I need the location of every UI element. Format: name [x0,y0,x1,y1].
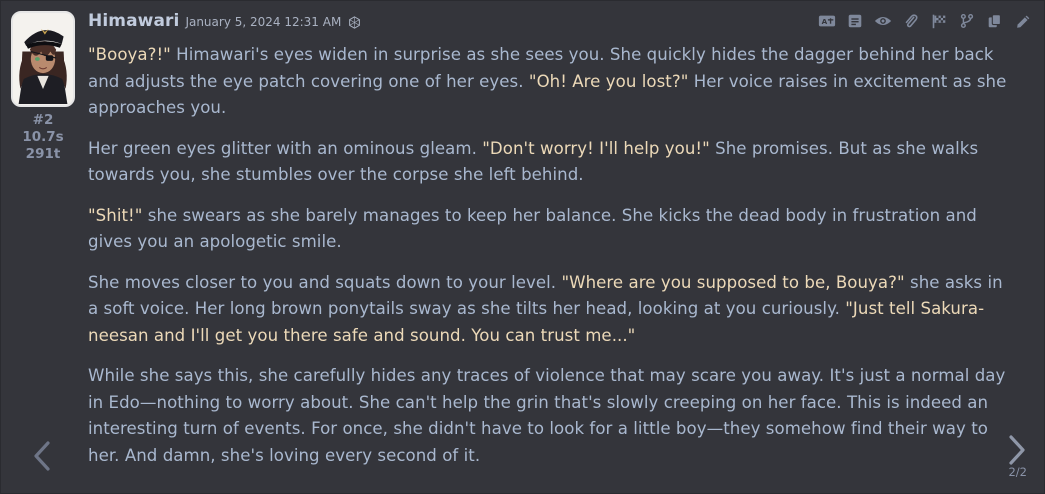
generation-time: 10.7s [22,129,64,145]
paragraph: While she says this, she carefully hides… [88,363,1008,469]
character-name[interactable]: Himawari [88,11,179,31]
swipe-left-chevron-icon[interactable] [29,437,55,475]
narration-text: While she says this, she carefully hides… [88,366,1006,465]
paragraph: "Shit!" she swears as she barely manages… [88,203,1008,256]
character-portrait [13,14,73,104]
narration-text: She moves closer to you and squats down … [88,272,562,292]
paragraph: "Booya?!" Himawari's eyes widen in surpr… [88,42,1008,122]
dialogue-quote: "Booya?!" [88,45,171,64]
swipe-counter: 2/2 [1008,465,1027,479]
token-count: 291t [25,146,61,162]
timestamp: January 5, 2024 12:31 AM [185,15,342,29]
dialogue-quote: "Where are you supposed to be, Bouya?" [561,272,905,292]
edit-icon[interactable] [1013,12,1032,29]
paragraph: Her green eyes glitter with an ominous g… [88,136,1008,189]
translate-icon[interactable]: A [817,12,836,29]
eye-icon[interactable] [873,12,892,29]
dialogue-quote: "Don't worry! I'll help you!" [482,138,710,158]
flag-icon[interactable] [929,12,948,29]
branch-icon[interactable] [957,12,976,29]
svg-text:A: A [821,17,827,26]
message-text: "Booya?!" Himawari's eyes widen in surpr… [88,42,1008,483]
dialogue-quote: "Oh! Are you lost?" [528,71,689,91]
openai-icon [349,15,361,29]
paperclip-icon[interactable] [901,12,920,29]
copy-icon[interactable] [985,12,1004,29]
message-toolbar: A [817,12,1032,29]
swipe-right-chevron-icon[interactable] [1004,431,1030,469]
paragraph: She moves closer to you and squats down … [88,270,1008,350]
message-header: Himawari January 5, 2024 12:31 AM [88,11,362,35]
narration-text: she swears as she barely manages to keep… [88,205,977,252]
prompt-icon[interactable] [845,12,864,29]
message-id: #2 [32,112,54,128]
chat-message: #2 10.7s 291t Himawari January 5, 2024 1… [0,0,1045,494]
dialogue-quote: "Shit!" [88,205,143,225]
avatar[interactable] [11,11,75,107]
narration-text: Her green eyes glitter with an ominous g… [88,138,483,158]
avatar-column: #2 10.7s 291t [11,11,75,163]
